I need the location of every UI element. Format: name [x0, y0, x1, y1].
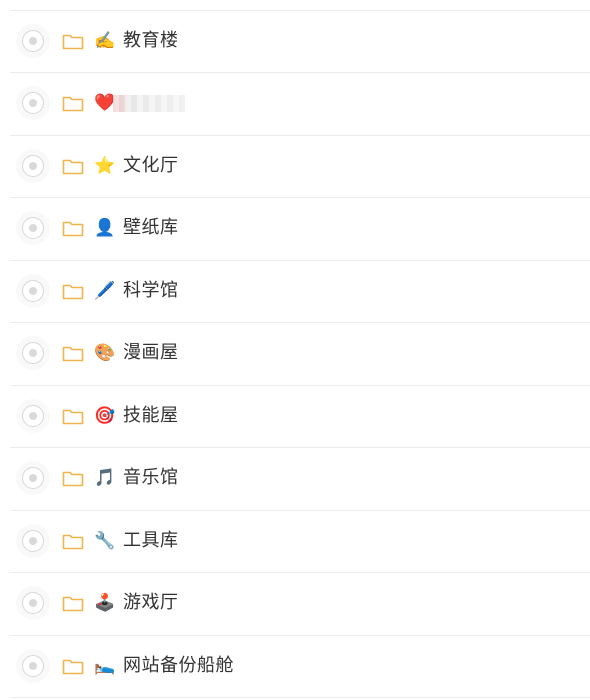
folder-icon — [62, 96, 84, 112]
palette-icon: 🎨 — [94, 343, 116, 363]
radio-select[interactable] — [22, 404, 44, 427]
folder-label: 技能屋 — [123, 404, 179, 426]
folder-label: 漫画屋 — [123, 342, 179, 363]
obscured-label — [113, 95, 185, 112]
radio-select[interactable] — [22, 279, 44, 302]
folder-icon — [62, 34, 84, 49]
folder-icon — [62, 346, 84, 362]
radio-select[interactable] — [22, 342, 44, 364]
person-frame-icon: 👤 — [94, 218, 116, 238]
folder-icon — [62, 659, 84, 674]
folder-list: ✍️ 教育楼 ❤️ ⭐ 文化厅 👤 壁纸库 🖊️ 科学馆 🎨 漫画屋 🎯 技能屋… — [0, 0, 590, 698]
pen-icon: 🖊️ — [94, 280, 116, 301]
bed-icon: 🛌 — [94, 655, 116, 676]
folder-label: 科学馆 — [123, 279, 179, 301]
radio-select[interactable] — [22, 467, 44, 489]
list-item[interactable]: 🎵 音乐馆 — [10, 448, 590, 511]
target-icon: 🎯 — [94, 405, 116, 426]
list-item[interactable]: ✍️ 教育楼 — [10, 11, 590, 73]
folder-icon — [62, 471, 84, 487]
folder-icon — [62, 284, 84, 299]
list-item[interactable]: ❤️ — [10, 73, 590, 136]
radio-select[interactable] — [22, 154, 44, 177]
folder-label: 网站备份船舱 — [123, 654, 234, 676]
folder-label: 游戏厅 — [123, 592, 179, 613]
folder-icon — [62, 159, 84, 174]
list-item[interactable]: 🎨 漫画屋 — [10, 323, 590, 386]
folder-label: 音乐馆 — [123, 467, 179, 488]
folder-label: 工具库 — [123, 529, 179, 551]
list-item[interactable]: 🕹️ 游戏厅 — [10, 573, 590, 636]
radio-select[interactable] — [22, 92, 44, 114]
wrench-icon: 🔧 — [94, 530, 116, 551]
radio-select[interactable] — [22, 529, 44, 552]
folder-label: 文化厅 — [123, 154, 179, 176]
joystick-icon: 🕹️ — [94, 593, 116, 613]
folder-icon — [62, 534, 84, 549]
folder-label: 教育楼 — [123, 29, 179, 51]
radio-select[interactable] — [22, 592, 44, 614]
list-item[interactable]: 🎯 技能屋 — [10, 386, 590, 448]
star-icon: ⭐ — [94, 155, 116, 176]
folder-icon — [62, 596, 84, 612]
radio-select[interactable] — [22, 217, 44, 239]
radio-select[interactable] — [22, 29, 44, 52]
list-item[interactable]: ⭐ 文化厅 — [10, 136, 590, 198]
music-notes-icon: 🎵 — [94, 468, 116, 488]
folder-icon — [62, 221, 84, 237]
folder-label: 壁纸库 — [123, 217, 179, 238]
writing-hand-icon: ✍️ — [94, 30, 116, 51]
list-item[interactable]: 🔧 工具库 — [10, 511, 590, 573]
radio-select[interactable] — [22, 654, 44, 677]
list-item[interactable]: 👤 壁纸库 — [10, 198, 590, 261]
list-item[interactable]: 🛌 网站备份船舱 — [10, 636, 590, 698]
list-item[interactable]: 🖊️ 科学馆 — [10, 261, 590, 323]
folder-icon — [62, 409, 84, 424]
list-item[interactable] — [10, 0, 590, 11]
